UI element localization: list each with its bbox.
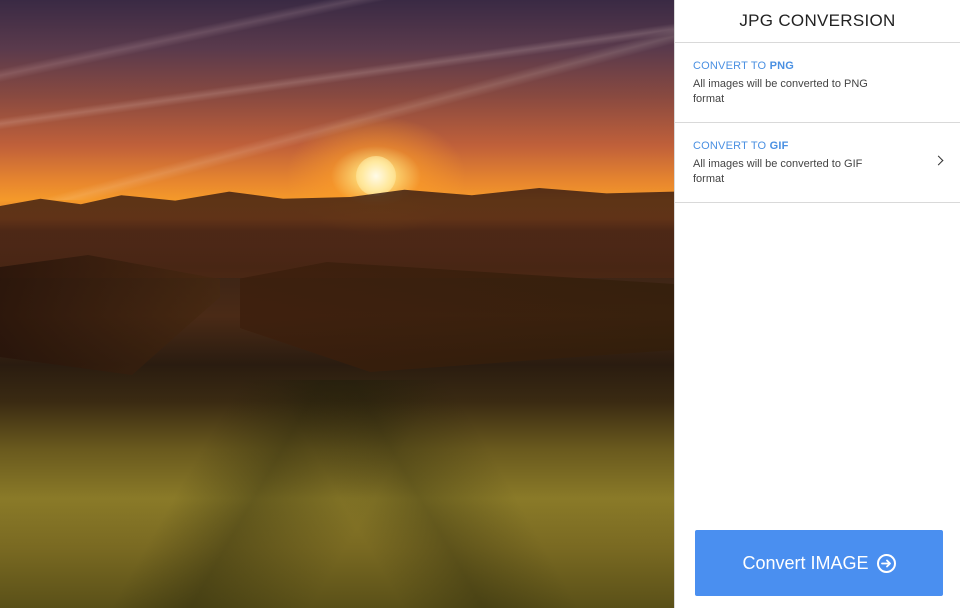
grass-field [0, 380, 674, 608]
sun [356, 156, 396, 196]
option-description: All images will be converted to PNG form… [693, 78, 868, 105]
convert-button-label: Convert IMAGE [742, 552, 869, 573]
arrow-right-circle-icon [876, 553, 896, 573]
option-heading: CONVERT TO PNG [693, 60, 795, 72]
option-description: All images will be converted to GIF form… [693, 158, 863, 185]
chevron-right-icon [933, 155, 944, 166]
conversion-panel: JPG CONVERSION CONVERT TO PNG All images… [674, 0, 960, 608]
option-convert-gif[interactable]: CONVERT TO GIF All images will be conver… [675, 123, 960, 203]
convert-image-button[interactable]: Convert IMAGE [695, 530, 943, 596]
option-convert-png[interactable]: CONVERT TO PNG All images will be conver… [675, 43, 960, 123]
option-heading: CONVERT TO GIF [693, 140, 789, 152]
vineyard-rows-left [0, 255, 220, 375]
format-name: PNG [769, 60, 795, 72]
format-name: GIF [769, 140, 789, 152]
sky-clouds [0, 0, 674, 200]
vineyard-rows-right [240, 262, 674, 372]
panel-title: JPG CONVERSION [675, 0, 960, 43]
preview-image [0, 0, 674, 608]
